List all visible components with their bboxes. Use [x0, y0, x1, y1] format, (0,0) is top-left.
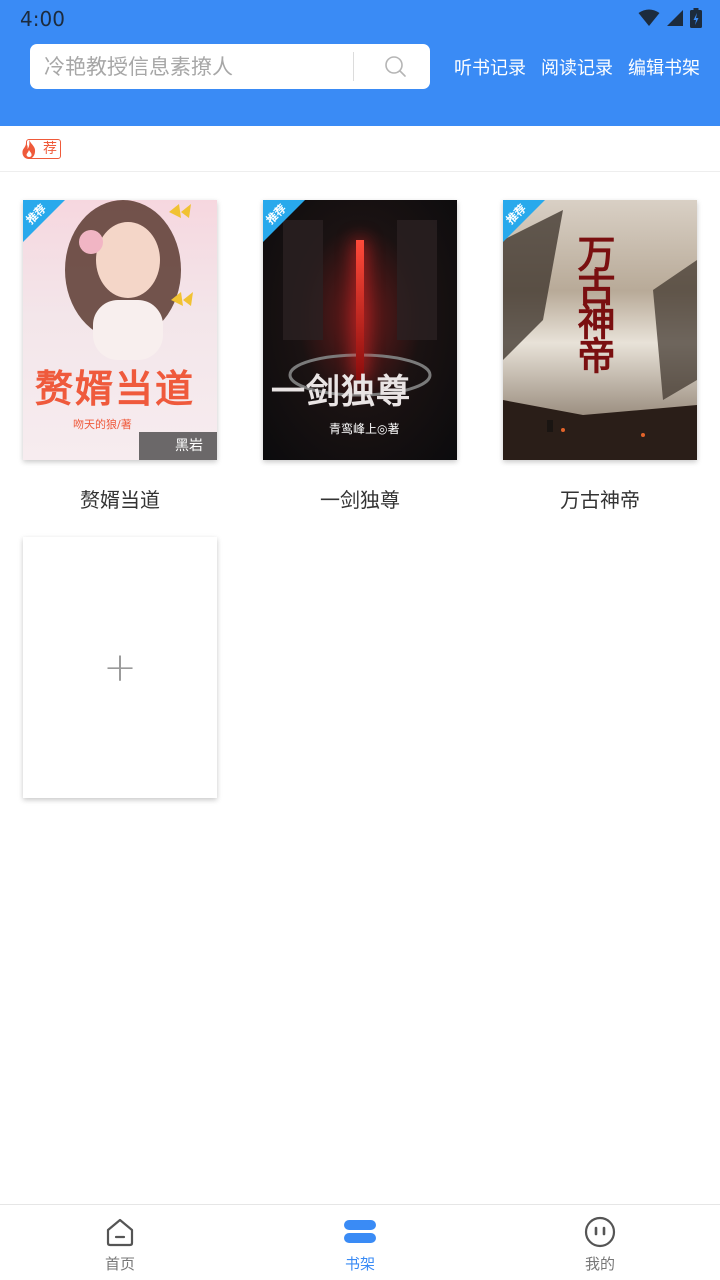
bookshelf-icon — [344, 1220, 376, 1243]
nav-tab-home[interactable]: 首页 — [0, 1205, 240, 1280]
battery-icon — [690, 8, 702, 28]
cover-author: 吻天的狼/著 — [73, 418, 132, 431]
profile-icon — [584, 1216, 616, 1248]
cover-sword-graphic — [356, 240, 364, 380]
nav-label: 书架 — [344, 1255, 375, 1273]
publisher-badge: 黑岩 — [139, 432, 217, 460]
edit-bookshelf-link[interactable]: 编辑书架 — [628, 54, 700, 80]
search-button[interactable] — [366, 44, 426, 89]
cover-author: 青鸾峰上◎著 — [329, 422, 400, 436]
book-cover[interactable]: 推荐 一剑独尊 青鸾峰上◎著 — [263, 200, 457, 460]
cover-title: 赘婿当道 — [35, 366, 196, 411]
book-cover[interactable]: 推荐 赘婿当道 吻天的狼/著 黑岩 — [23, 200, 217, 460]
status-time: 4:00 — [20, 7, 65, 31]
search-input[interactable] — [44, 44, 344, 89]
app-header: 4:00 听书记录 阅读记录 编辑书架 — [0, 0, 720, 126]
book-item[interactable]: 推荐 一剑独尊 青鸾峰上◎著 一剑独尊 — [263, 200, 457, 513]
search-box[interactable] — [30, 44, 430, 89]
nav-label: 我的 — [584, 1255, 615, 1273]
status-icons — [638, 8, 702, 28]
signal-icon — [667, 10, 683, 26]
status-bar: 4:00 — [0, 0, 720, 36]
recommend-tag[interactable]: 荐 — [20, 138, 61, 160]
publisher-badge-label: 黑岩 — [175, 438, 203, 454]
book-title[interactable]: 一剑独尊 — [263, 484, 457, 513]
search-divider — [353, 52, 354, 81]
book-title[interactable]: 万古神帝 — [503, 484, 697, 513]
book-item[interactable]: 推荐 万古神帝 万古神帝 — [503, 200, 697, 513]
book-title[interactable]: 赘婿当道 — [23, 484, 217, 513]
audiobook-history-link[interactable]: 听书记录 — [454, 54, 526, 80]
home-icon — [106, 1218, 134, 1247]
nav-label: 首页 — [104, 1255, 135, 1273]
cover-title: 万古神帝 — [571, 234, 616, 370]
book-cover[interactable]: 推荐 万古神帝 — [503, 200, 697, 460]
book-item[interactable]: 推荐 赘婿当道 吻天的狼/著 黑岩 赘婿当道 — [23, 200, 217, 513]
nav-tab-bookshelf[interactable]: 书架 — [240, 1205, 480, 1280]
cover-title: 一剑独尊 — [271, 372, 411, 412]
fire-icon — [22, 139, 36, 159]
plus-icon: + — [103, 644, 137, 691]
nav-tab-profile[interactable]: 我的 — [480, 1205, 720, 1280]
wifi-icon — [638, 9, 660, 26]
recommend-strip: 荐 — [0, 126, 720, 172]
bottom-nav: 首页 书架 我的 — [0, 1204, 720, 1280]
search-icon — [385, 55, 406, 77]
header-links: 听书记录 阅读记录 编辑书架 — [454, 54, 700, 80]
reading-history-link[interactable]: 阅读记录 — [541, 54, 613, 80]
add-book-button[interactable]: + — [23, 537, 217, 798]
